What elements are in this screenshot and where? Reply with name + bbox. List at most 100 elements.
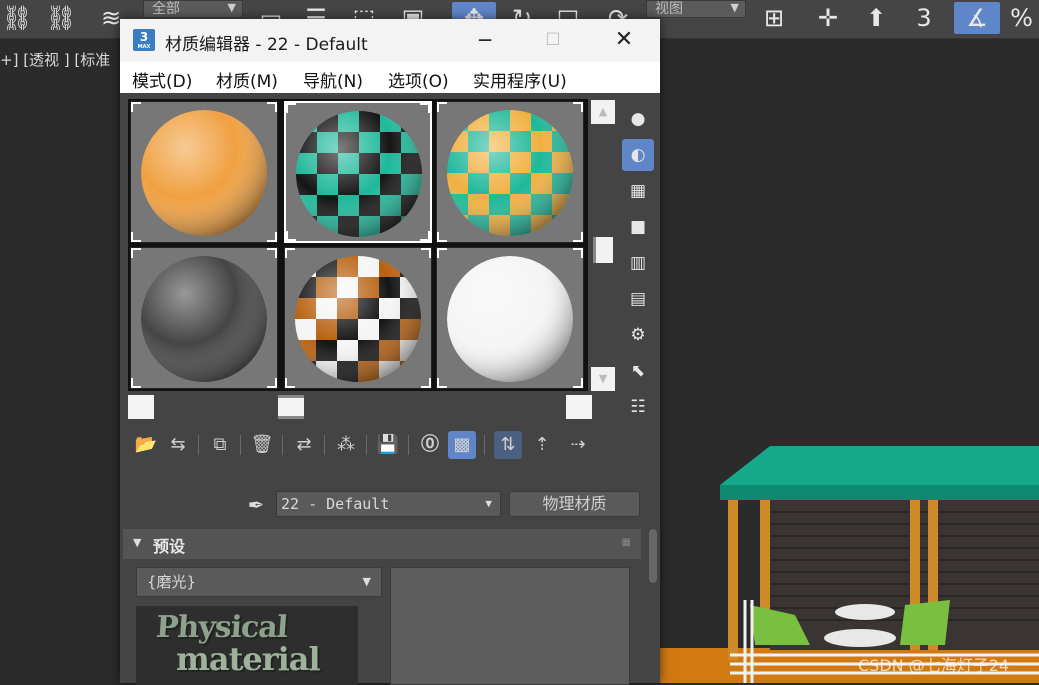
snaps-toggle-icon[interactable]: 3 — [904, 2, 944, 34]
scene-roof-edge — [720, 485, 1039, 500]
minimize-button[interactable]: ─ — [463, 23, 507, 57]
selection-filter-value: 全部 — [152, 1, 180, 17]
material-sphere — [447, 256, 573, 382]
rollout-title: 预设 — [153, 537, 186, 556]
preset-value: {磨光} — [147, 573, 197, 591]
chevron-down-icon: ▼ — [227, 1, 236, 14]
link-icon[interactable]: ⛓ — [0, 2, 34, 34]
keyboard-shortcut-icon[interactable]: ⬆ — [854, 2, 898, 34]
scene-pillar — [760, 500, 770, 610]
separator — [282, 435, 283, 455]
separator — [324, 435, 325, 455]
window-title: 材质编辑器 - 22 - Default — [165, 35, 368, 55]
scroll-down-arrow[interactable]: ▼ — [591, 367, 615, 391]
pivot-center-icon[interactable]: ⊞ — [754, 2, 794, 34]
material-type-button[interactable]: 物理材质 — [509, 491, 640, 517]
horizontal-scroll-thumb[interactable] — [278, 395, 304, 419]
show-end-result-icon[interactable]: ⇅ — [494, 431, 522, 459]
preset-dropdown[interactable]: {磨光} ▼ — [136, 567, 382, 597]
sample-slot[interactable] — [284, 247, 432, 389]
material-name-value: 22 - Default — [281, 495, 390, 513]
material-name-dropdown[interactable]: 22 - Default ▼ — [276, 491, 501, 517]
scroll-thumb[interactable] — [593, 237, 613, 263]
go-forward-sibling-icon[interactable]: ⇢ — [564, 431, 592, 459]
reference-coord-dropdown[interactable]: 视图 ▼ — [646, 0, 746, 18]
sample-type-sphere-icon[interactable]: ● — [622, 103, 654, 135]
collapse-triangle-icon: ▼ — [133, 536, 142, 549]
make-preview-icon[interactable]: ▤ — [622, 283, 654, 315]
backlight-icon[interactable]: ◐ — [622, 139, 654, 171]
material-map-navigator-icon[interactable]: ☷ — [622, 391, 654, 423]
get-material-icon[interactable]: 📂 — [132, 431, 160, 459]
put-to-scene-icon[interactable]: ⇆ — [164, 431, 192, 459]
scene-table — [824, 629, 896, 647]
slot-indicator — [128, 395, 154, 419]
sample-uv-tiling-icon[interactable]: ■ — [622, 211, 654, 243]
separator — [408, 435, 409, 455]
scroll-up-arrow[interactable]: ▲ — [591, 100, 615, 124]
make-copy-icon[interactable]: ⁂ — [332, 431, 360, 459]
chevron-down-icon: ▼ — [730, 1, 739, 14]
assign-to-selection-icon[interactable]: ⧉ — [206, 431, 234, 459]
menu-options[interactable]: 选项(O) — [388, 67, 449, 92]
slot-indicator — [566, 395, 592, 419]
scene-pavilion — [660, 446, 1039, 683]
coord-system-value: 视图 — [655, 1, 683, 17]
select-by-material-icon[interactable]: ⬉ — [622, 355, 654, 387]
sample-slot[interactable] — [436, 247, 584, 389]
menu-utilities[interactable]: 实用程序(U) — [473, 67, 567, 92]
menu-bar: 模式(D) 材质(M) 导航(N) 选项(O) 实用程序(U) — [120, 62, 660, 93]
sample-slot[interactable] — [130, 101, 278, 243]
menu-navigation[interactable]: 导航(N) — [303, 67, 363, 92]
separator — [484, 435, 485, 455]
scene-roof-top — [720, 446, 1039, 485]
title-bar[interactable]: 3 MAX 材质编辑器 - 22 - Default ─ ☐ ✕ — [120, 19, 660, 62]
chevron-down-icon: ▼ — [485, 497, 492, 510]
scene-pillar — [728, 500, 738, 660]
separator — [240, 435, 241, 455]
scene-table-top — [835, 604, 895, 620]
menu-material[interactable]: 材质(M) — [216, 67, 278, 92]
options-icon[interactable]: ⚙ — [622, 319, 654, 351]
go-to-parent-icon[interactable]: ⇡ — [528, 431, 556, 459]
angle-snap-icon[interactable]: ∡ — [954, 2, 1000, 34]
drag-grip-icon[interactable]: ▦ — [622, 537, 631, 548]
panel-scrollbar[interactable] — [649, 529, 657, 583]
side-toolbar: ● ◐ ▦ ■ ▥ ▤ ⚙ ⬉ ☷ — [620, 99, 656, 429]
presets-rollout-header[interactable]: ▼ 预设 ▦ — [123, 529, 641, 559]
material-sphere — [296, 111, 422, 237]
select-manipulate-icon[interactable]: ✛ — [806, 2, 850, 34]
sample-slot[interactable] — [436, 101, 584, 243]
percent-snap-icon[interactable]: % — [1004, 2, 1039, 34]
chevron-down-icon: ▼ — [362, 575, 371, 588]
physical-material-logo: Physical material — [136, 606, 358, 685]
selection-filter-dropdown[interactable]: 全部 ▼ — [143, 0, 243, 18]
put-to-library-icon[interactable]: 💾 — [374, 431, 402, 459]
video-color-check-icon[interactable]: ▥ — [622, 247, 654, 279]
app-3dsmax-icon: 3 MAX — [133, 29, 155, 51]
material-toolbar: 📂 ⇆ ⧉ 🗑 ⇄ ⁂ 💾 ⓪ ▩ ⇅ ⇡ ⇢ — [128, 429, 658, 463]
eyedropper-icon[interactable]: ✒ — [244, 493, 268, 517]
sample-slot[interactable] — [284, 101, 432, 243]
logo-line-2: material — [176, 640, 321, 678]
reset-map-icon[interactable]: 🗑 — [248, 431, 276, 459]
slots-scrollbar[interactable]: ▲ ▼ — [590, 99, 616, 391]
make-unique-icon[interactable]: ⇄ — [290, 431, 318, 459]
sample-slot[interactable] — [130, 247, 278, 389]
editor-content: ▲ ▼ ● ◐ ▦ ■ ▥ ▤ ⚙ ⬉ ☷ 📂 ⇆ ⧉ 🗑 ⇄ ⁂ 💾 ⓪ ▩ … — [120, 93, 660, 685]
preset-preview-box — [390, 567, 630, 685]
material-sphere — [447, 110, 573, 236]
watermark: CSDN @七海灯子24 — [858, 656, 1010, 675]
sample-slots-grid — [128, 99, 588, 391]
background-checker-icon[interactable]: ▦ — [622, 175, 654, 207]
show-shaded-map-icon[interactable]: ▩ — [448, 431, 476, 459]
unlink-icon[interactable]: ⛓ — [42, 2, 80, 34]
menu-mode[interactable]: 模式(D) — [132, 67, 192, 92]
viewport-label[interactable]: +] [透视 ] [标准 — [0, 49, 110, 70]
close-button[interactable]: ✕ — [602, 23, 646, 57]
material-editor-window: 3 MAX 材质编辑器 - 22 - Default ─ ☐ ✕ 模式(D) 材… — [120, 19, 660, 685]
material-sphere — [295, 256, 421, 382]
scene-chair — [900, 600, 950, 645]
maximize-button[interactable]: ☐ — [531, 23, 575, 57]
material-id-channel-icon[interactable]: ⓪ — [416, 431, 444, 459]
